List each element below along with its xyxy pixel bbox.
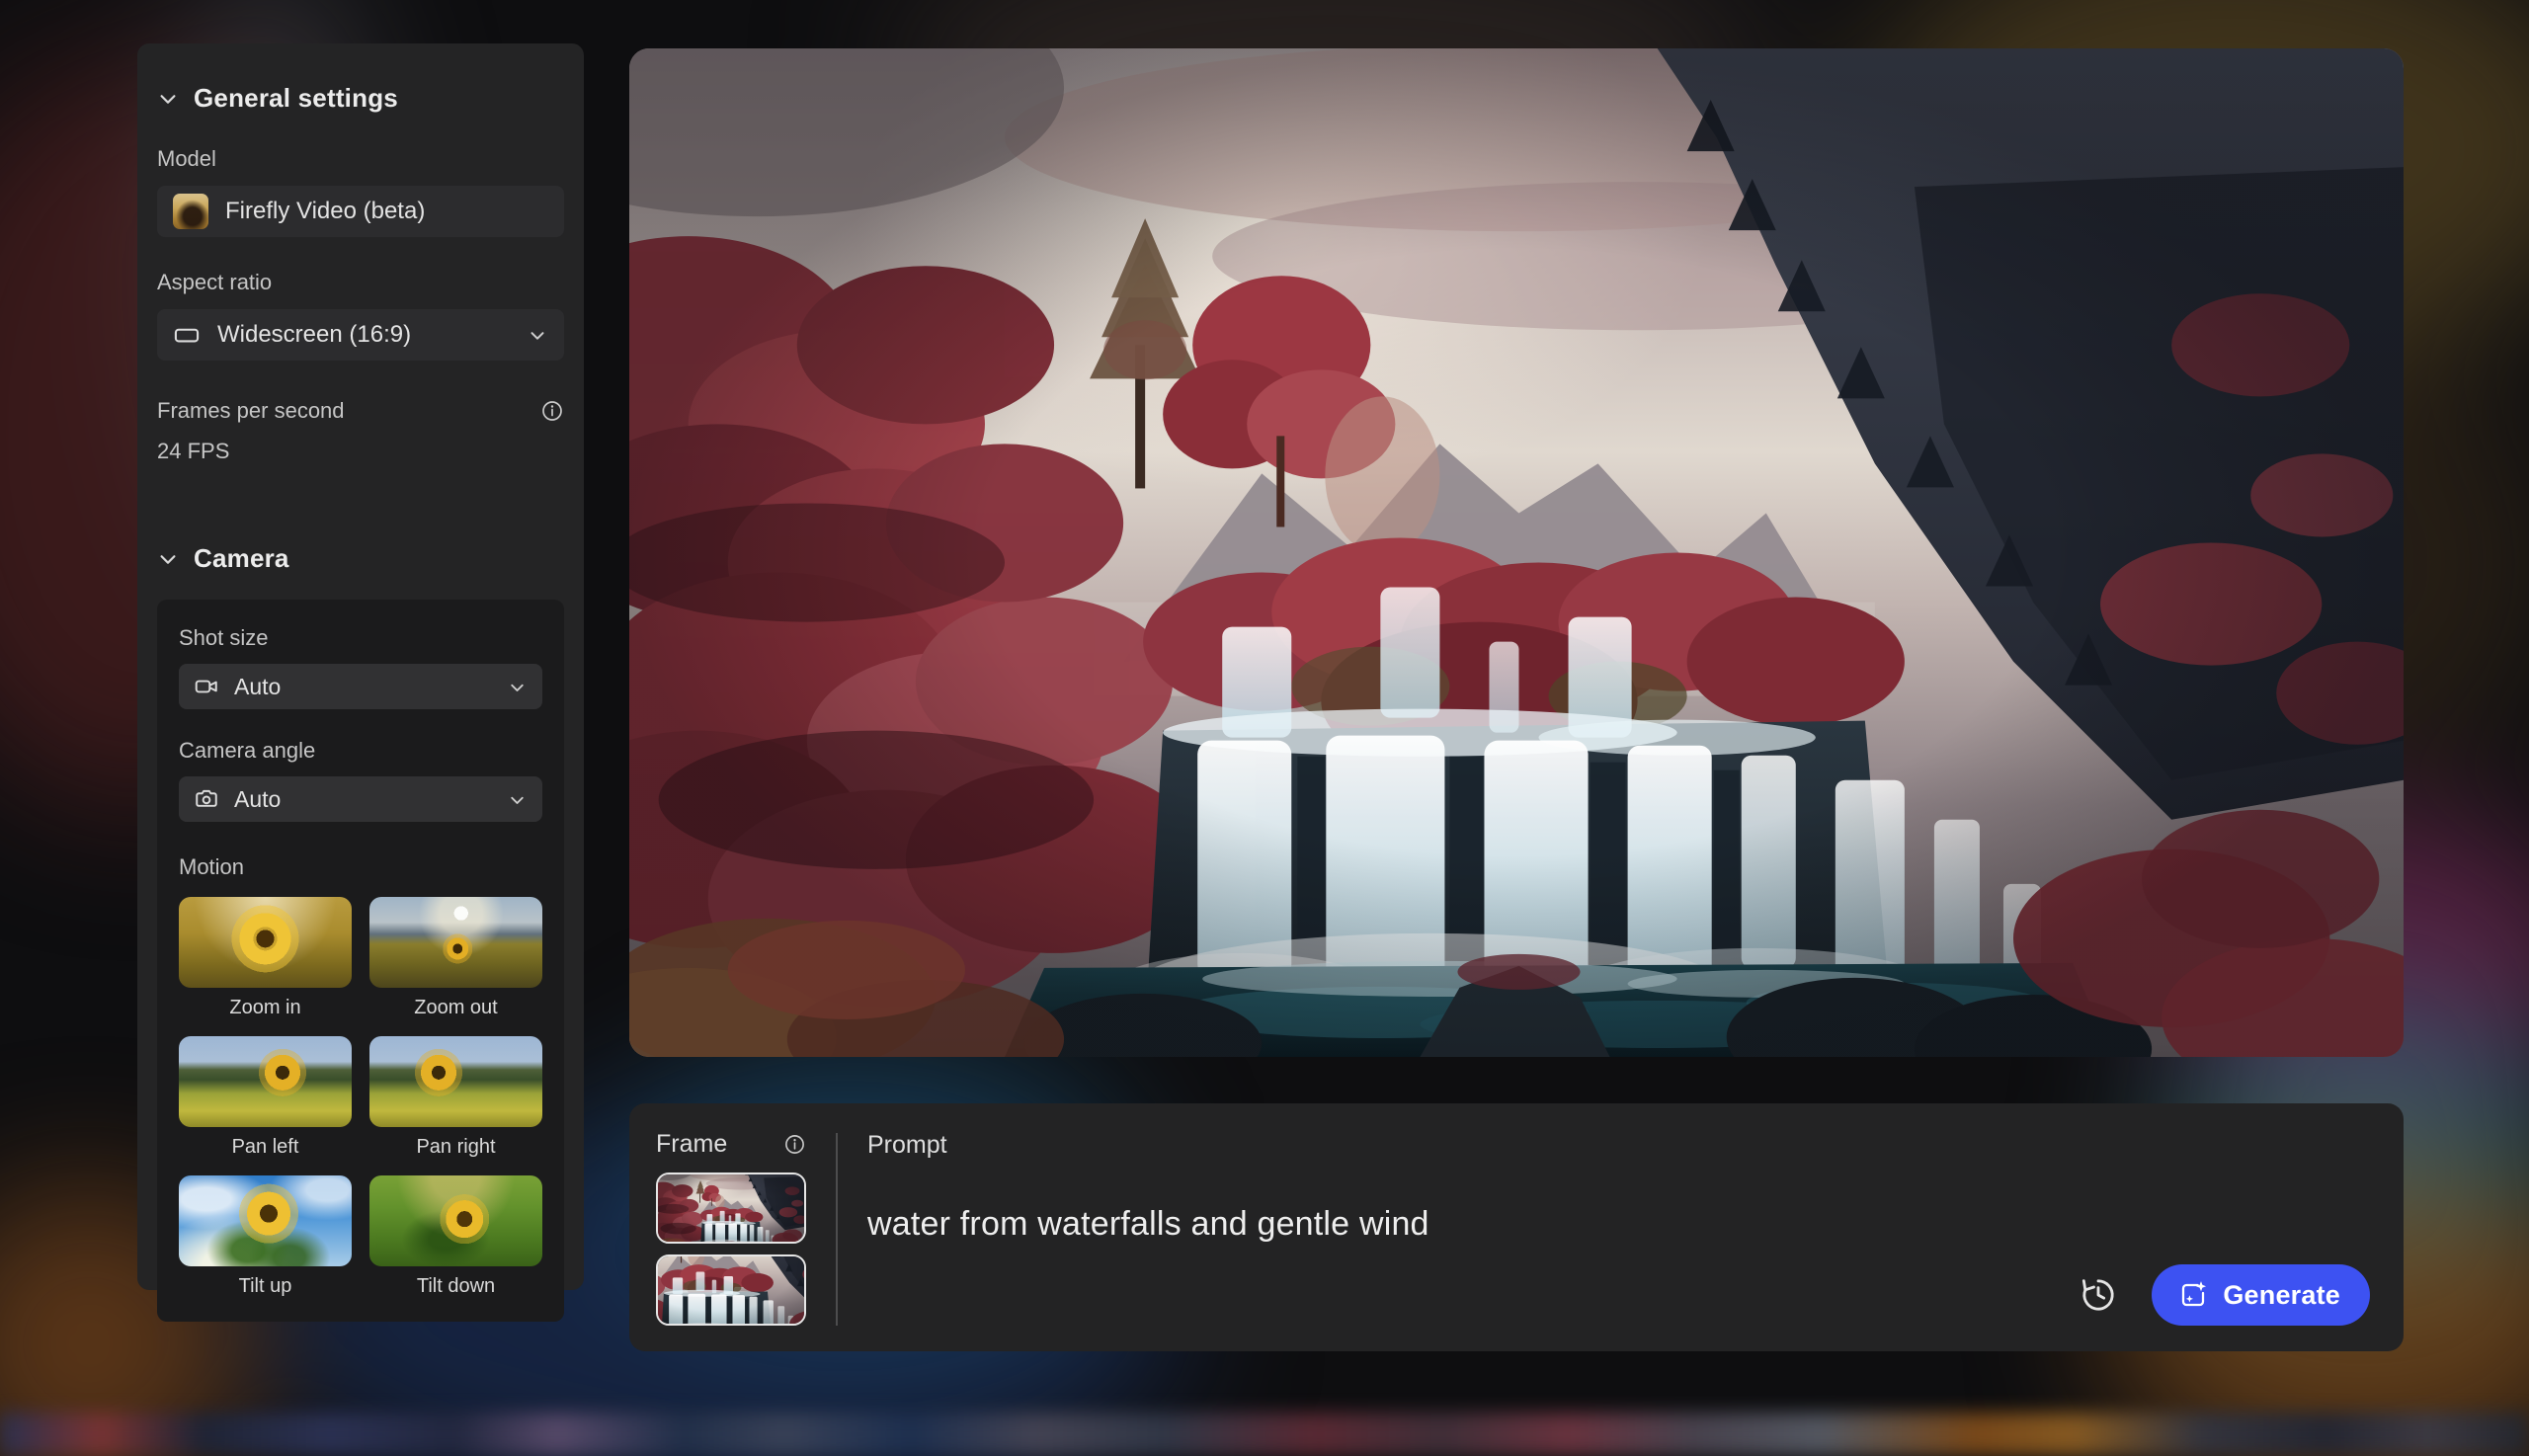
motion-thumbnail-tilt-down: [369, 1175, 542, 1266]
shot-size-label: Shot size: [179, 625, 542, 651]
model-thumbnail: [173, 194, 208, 229]
start-frame-thumbnail[interactable]: [656, 1173, 806, 1244]
fps-row: Frames per second: [157, 398, 564, 424]
camera-angle-label: Camera angle: [179, 738, 542, 764]
frame-column: Frame: [656, 1129, 806, 1328]
generate-label: Generate: [2223, 1280, 2340, 1311]
model-value: Firefly Video (beta): [225, 198, 425, 225]
video-camera-icon: [194, 674, 219, 699]
prompt-bar: Frame Prompt water from waterfalls and g…: [629, 1103, 2404, 1351]
general-settings-title: General settings: [194, 83, 398, 114]
aspect-ratio-label: Aspect ratio: [157, 270, 564, 295]
model-label: Model: [157, 146, 564, 172]
motion-thumbnail-pan-right: [369, 1036, 542, 1127]
general-settings-header[interactable]: General settings: [157, 83, 564, 114]
photo-camera-icon: [194, 786, 219, 812]
chevron-down-icon: [157, 548, 179, 570]
chevron-down-icon: [507, 789, 528, 810]
end-frame-image: [658, 1256, 804, 1324]
settings-sidebar: General settings Model Firefly Video (be…: [137, 43, 584, 1290]
motion-label: Motion: [179, 854, 542, 880]
frame-label: Frame: [656, 1130, 727, 1159]
firefly-video-app: General settings Model Firefly Video (be…: [0, 0, 2529, 1456]
motion-thumbnail-pan-left: [179, 1036, 352, 1127]
fps-value: 24 FPS: [157, 439, 564, 464]
camera-section-title: Camera: [194, 543, 289, 574]
motion-thumbnail-tilt-up: [179, 1175, 352, 1266]
prompt-actions: Generate: [2079, 1264, 2370, 1326]
motion-option-tilt-down[interactable]: Tilt down: [369, 1175, 542, 1298]
chevron-down-icon: [157, 88, 179, 110]
prompt-input[interactable]: water from waterfalls and gentle wind: [867, 1205, 2370, 1244]
background-filmstrip: [0, 1413, 2529, 1456]
history-button[interactable]: [2079, 1275, 2118, 1315]
motion-thumbnail-zoom-in: [179, 897, 352, 988]
widescreen-frame-icon: [173, 321, 201, 349]
end-frame-thumbnail[interactable]: [656, 1254, 806, 1326]
start-frame-image: [658, 1174, 804, 1242]
chevron-down-icon: [527, 324, 548, 346]
model-selector[interactable]: Firefly Video (beta): [157, 186, 564, 237]
camera-angle-value: Auto: [234, 786, 281, 813]
history-clock-icon: [2079, 1275, 2118, 1315]
camera-angle-dropdown[interactable]: Auto: [179, 776, 542, 822]
shot-size-value: Auto: [234, 674, 281, 700]
shot-size-dropdown[interactable]: Auto: [179, 664, 542, 709]
fps-label: Frames per second: [157, 398, 345, 424]
info-icon[interactable]: [783, 1133, 806, 1156]
aspect-ratio-dropdown[interactable]: Widescreen (16:9): [157, 309, 564, 361]
divider: [836, 1133, 838, 1326]
image-sparkle-icon: [2177, 1279, 2209, 1311]
motion-option-tilt-up[interactable]: Tilt up: [179, 1175, 352, 1298]
generate-button[interactable]: Generate: [2152, 1264, 2370, 1326]
motion-option-pan-right[interactable]: Pan right: [369, 1036, 542, 1159]
motion-option-zoom-out[interactable]: Zoom out: [369, 897, 542, 1019]
video-preview: [629, 48, 2404, 1057]
motion-thumbnail-zoom-out: [369, 897, 542, 988]
chevron-down-icon: [507, 677, 528, 697]
camera-section-header[interactable]: Camera: [157, 543, 564, 574]
motion-grid: Zoom in Zoom out Pan left Pan right Tilt…: [179, 897, 542, 1298]
motion-option-pan-left[interactable]: Pan left: [179, 1036, 352, 1159]
camera-panel: Shot size Auto Camera angle Auto Motion …: [157, 600, 564, 1322]
prompt-label: Prompt: [867, 1131, 947, 1159]
aspect-ratio-value: Widescreen (16:9): [217, 321, 411, 349]
generated-video-frame: [629, 48, 2404, 1057]
motion-option-zoom-in[interactable]: Zoom in: [179, 897, 352, 1019]
info-icon[interactable]: [540, 399, 564, 423]
